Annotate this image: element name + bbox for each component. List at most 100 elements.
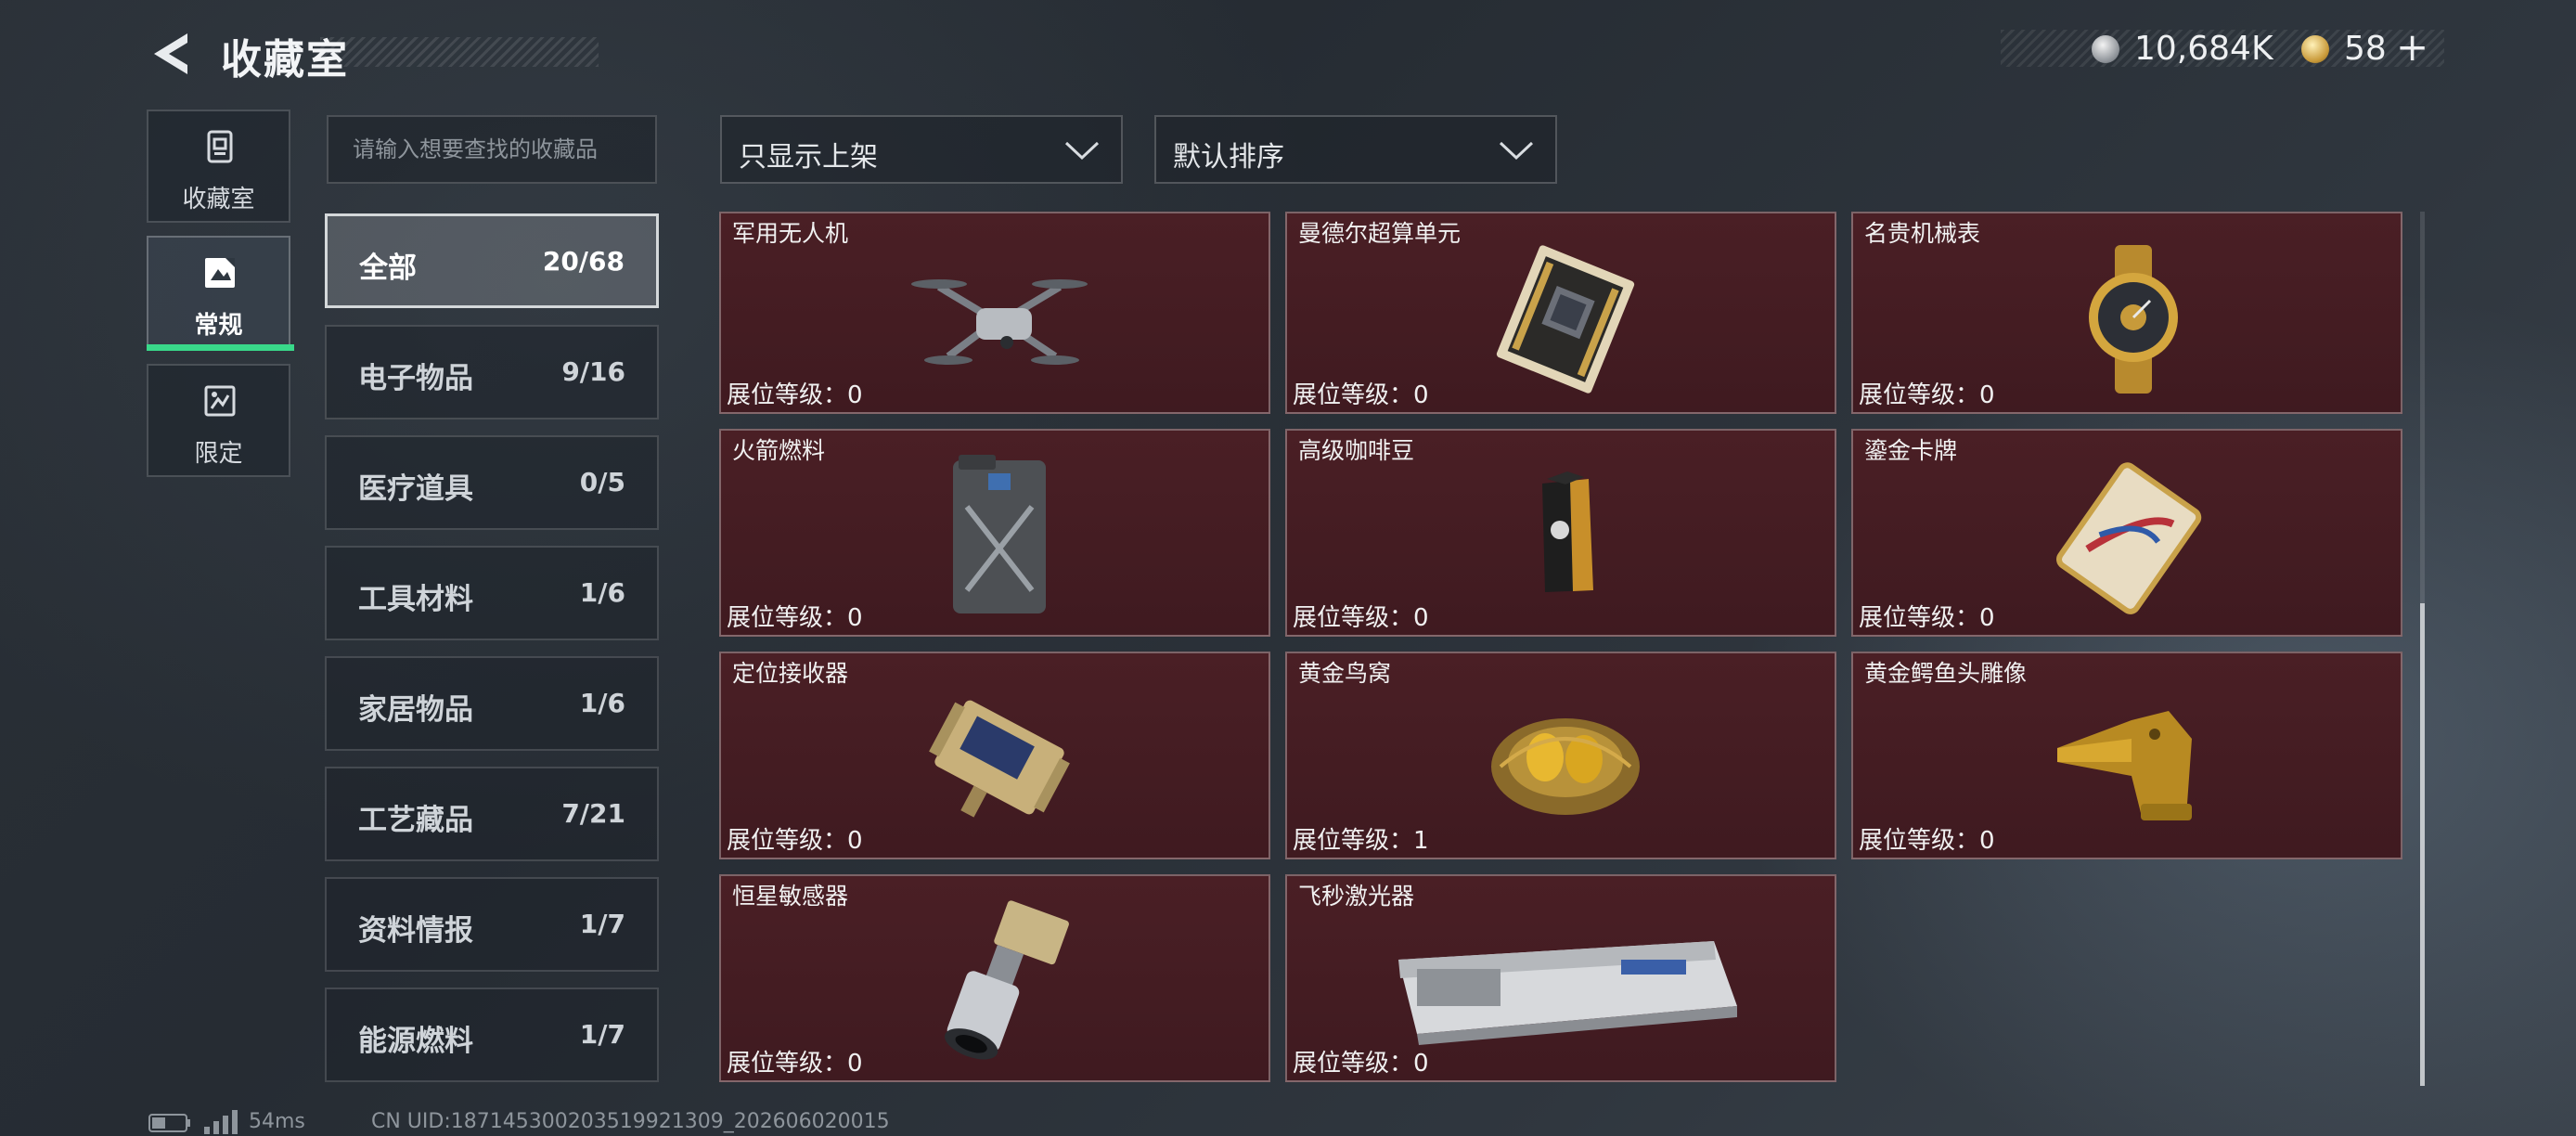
item-level: 展位等级：1	[1293, 827, 1429, 855]
nav-tab-label: 收藏室	[182, 186, 255, 213]
category-label: 电子物品	[358, 362, 473, 395]
item-name: 火箭燃料	[732, 437, 826, 464]
item-card[interactable]: 恒星敏感器 展位等级：0	[719, 874, 1270, 1082]
item-name: 定位接收器	[732, 660, 849, 687]
item-name: 曼德尔超算单元	[1298, 220, 1462, 247]
category-count: 1/7	[579, 909, 625, 939]
nav-tab-regular[interactable]: 常规	[147, 236, 294, 351]
category-label: 工艺藏品	[358, 804, 473, 837]
item-card[interactable]: 名贵机械表 展位等级：0	[1851, 212, 2402, 414]
limited-icon	[204, 385, 236, 417]
item-level: 展位等级：0	[1859, 827, 1995, 855]
item-card[interactable]: 飞秒激光器 展位等级：0	[1285, 874, 1836, 1082]
category-item-energy[interactable]: 能源燃料 1/7	[325, 988, 659, 1082]
supercomputer-unit-icon	[1496, 245, 1635, 394]
category-count: 1/6	[579, 577, 625, 608]
coffee-bag-icon	[1542, 471, 1593, 592]
category-item-tools[interactable]: 工具材料 1/6	[325, 546, 659, 640]
item-level: 展位等级：0	[1293, 604, 1429, 632]
item-grid: 军用无人机 展位等级：0 曼德尔超算单元 展位等级：0 名贵机械表 展位等级：0…	[719, 212, 2406, 1086]
item-level: 展位等级：0	[727, 381, 863, 409]
silver-currency-amount: 10,684K	[2134, 30, 2273, 68]
category-label: 工具材料	[358, 583, 473, 616]
category-item-crafts[interactable]: 工艺藏品 7/21	[325, 767, 659, 861]
category-item-medical[interactable]: 医疗道具 0/5	[325, 435, 659, 530]
nav-tab-collection-room[interactable]: 收藏室	[147, 110, 290, 223]
nav-tab-label: 常规	[194, 312, 243, 340]
item-card[interactable]: 曼德尔超算单元 展位等级：0	[1285, 212, 1836, 414]
item-name: 黄金鳄鱼头雕像	[1864, 660, 2028, 687]
item-level: 展位等级：0	[1859, 381, 1995, 409]
uid-text: CN UID:18714530020351992130​9_2026060200…	[371, 1110, 890, 1133]
sort-dropdown[interactable]: 默认排序	[1154, 115, 1557, 184]
category-item-intel[interactable]: 资料情报 1/7	[325, 877, 659, 972]
gold-coin-icon	[2301, 35, 2329, 63]
sort-dropdown-label: 默认排序	[1173, 141, 1284, 174]
golden-crocodile-statue-icon	[2057, 711, 2192, 820]
category-label: 能源燃料	[358, 1025, 473, 1058]
category-count: 9/16	[561, 356, 625, 387]
item-name: 黄金鸟窝	[1298, 660, 1392, 687]
fuel-canister-icon	[953, 455, 1046, 613]
item-level: 展位等级：0	[1859, 604, 1995, 632]
item-card[interactable]: 火箭燃料 展位等级：0	[719, 429, 1270, 637]
add-currency-button[interactable]: +	[2396, 24, 2428, 70]
active-tab-indicator	[147, 344, 294, 351]
category-label: 全部	[359, 252, 417, 285]
category-count: 1/7	[579, 1019, 625, 1050]
item-name: 名贵机械表	[1864, 220, 1981, 247]
item-name: 飞秒激光器	[1298, 883, 1415, 910]
category-count: 1/6	[579, 688, 625, 718]
item-name: 军用无人机	[732, 220, 849, 247]
battery-icon	[148, 1114, 190, 1132]
item-card[interactable]: 黄金鸟窝 展位等级：1	[1285, 652, 1836, 859]
item-name: 高级咖啡豆	[1298, 437, 1415, 464]
category-label: 家居物品	[358, 693, 473, 727]
category-label: 资料情报	[358, 914, 473, 948]
category-item-all[interactable]: 全部 20/68	[325, 213, 659, 308]
luxury-watch-icon	[2089, 245, 2178, 394]
category-item-electronics[interactable]: 电子物品 9/16	[325, 325, 659, 420]
nav-tab-limited[interactable]: 限定	[147, 364, 290, 477]
filter-dropdown[interactable]: 只显示上架	[720, 115, 1123, 184]
item-card[interactable]: 高级咖啡豆 展位等级：0	[1285, 429, 1836, 637]
gold-currency-amount: 58	[2344, 30, 2387, 68]
item-card[interactable]: 黄金鳄鱼头雕像 展位等级：0	[1851, 652, 2402, 859]
item-level: 展位等级：0	[727, 604, 863, 632]
category-count: 0/5	[579, 467, 625, 497]
category-label: 医疗道具	[358, 472, 473, 506]
femtosecond-laser-icon	[1398, 941, 1737, 1045]
item-level: 展位等级：0	[1293, 1050, 1429, 1078]
item-level: 展位等级：0	[1293, 381, 1429, 409]
search-input[interactable]	[327, 115, 657, 184]
drone-icon	[911, 279, 1088, 365]
silver-coin-icon	[2092, 35, 2119, 63]
chevron-down-icon	[1499, 141, 1534, 161]
signal-icon	[204, 1110, 238, 1134]
category-count: 7/21	[561, 798, 625, 829]
star-sensor-icon	[945, 900, 1069, 1060]
collection-room-icon	[207, 130, 233, 163]
item-level: 展位等级：0	[727, 1050, 863, 1078]
item-level: 展位等级：0	[727, 827, 863, 855]
nav-tab-label: 限定	[194, 440, 243, 468]
item-name: 恒星敏感器	[732, 883, 849, 910]
filter-dropdown-label: 只显示上架	[739, 141, 878, 174]
gilded-card-icon	[2056, 462, 2202, 614]
item-card[interactable]: 鎏金卡牌 展位等级：0	[1851, 429, 2402, 637]
category-count: 20/68	[542, 246, 625, 277]
chevron-down-icon	[1064, 141, 1100, 161]
item-name: 鎏金卡牌	[1864, 437, 1958, 464]
gps-receiver-icon	[929, 700, 1070, 818]
ping-text: 54ms	[249, 1110, 305, 1133]
page-title: 收藏室	[221, 36, 349, 84]
golden-nest-icon	[1491, 718, 1640, 815]
regular-icon	[205, 258, 235, 288]
category-item-household[interactable]: 家居物品 1/6	[325, 656, 659, 751]
back-button[interactable]	[147, 28, 193, 80]
item-card[interactable]: 军用无人机 展位等级：0	[719, 212, 1270, 414]
scrollbar-thumb[interactable]	[2420, 603, 2425, 1086]
title-decoration	[320, 37, 599, 67]
back-arrow-icon	[154, 33, 187, 74]
item-card[interactable]: 定位接收器 展位等级：0	[719, 652, 1270, 859]
